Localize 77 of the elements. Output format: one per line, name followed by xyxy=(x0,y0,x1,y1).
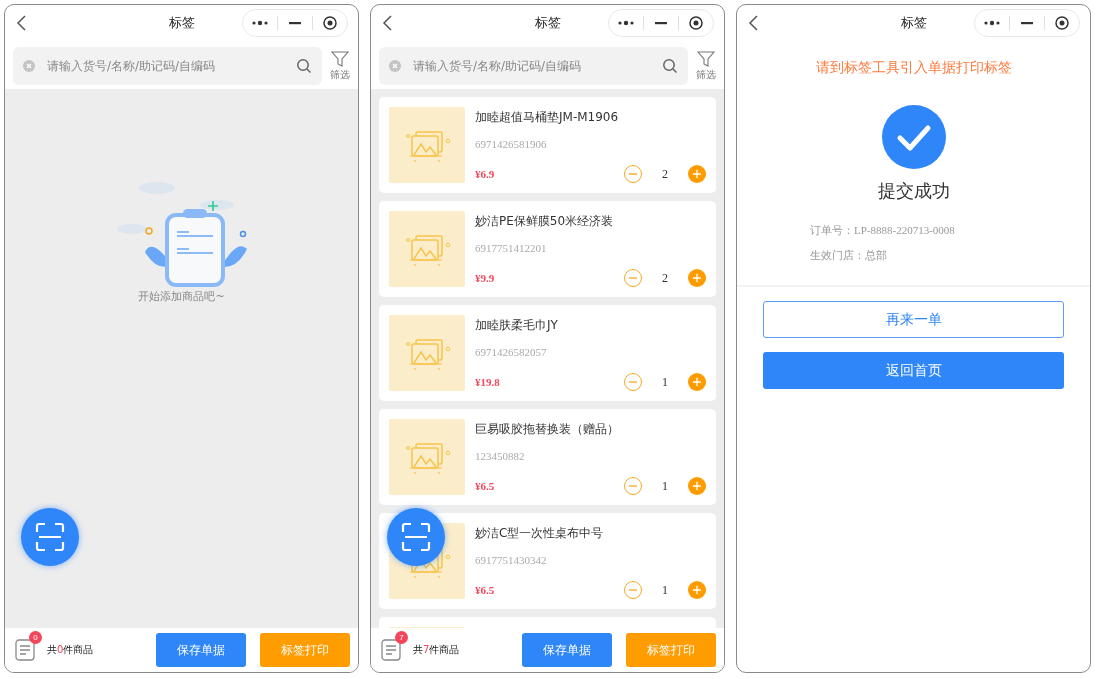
page-title: 标签 xyxy=(168,14,195,32)
increase-button[interactable] xyxy=(688,477,706,495)
product-card[interactable]: 妙洁C型一次性桌布中号 6917751430342 ¥6.5 1 xyxy=(379,513,716,609)
increase-button[interactable] xyxy=(688,581,706,599)
count-badge: 0 xyxy=(29,631,42,644)
clear-icon[interactable] xyxy=(23,60,35,72)
search-icon[interactable] xyxy=(662,58,678,74)
success-title: 提交成功 xyxy=(876,179,951,203)
increase-button[interactable] xyxy=(688,269,706,287)
scan-button[interactable] xyxy=(21,508,79,566)
home-button[interactable]: 返回首页 xyxy=(763,352,1064,389)
search-field[interactable]: 请输入货号/名称/助记码/自编码 xyxy=(411,58,652,74)
scan-icon[interactable] xyxy=(35,522,65,552)
page-title: 标签 xyxy=(900,14,927,32)
filter-icon[interactable] xyxy=(697,50,715,68)
save-button[interactable]: 保存单据 xyxy=(156,633,246,667)
count-badge: 7 xyxy=(395,631,408,644)
product-price: ¥6.9 xyxy=(475,168,495,180)
plus-icon[interactable] xyxy=(692,273,702,283)
item-count-text: 共7件商品 xyxy=(413,643,460,657)
decrease-button[interactable] xyxy=(624,477,642,495)
product-card[interactable]: 加睦肤柔毛巾JY 6971426582057 ¥19.8 1 xyxy=(379,305,716,401)
decrease-button[interactable] xyxy=(624,269,642,287)
back-icon[interactable] xyxy=(15,14,29,32)
decrease-button[interactable] xyxy=(624,165,642,183)
quantity-value: 1 xyxy=(661,478,669,494)
search-bar[interactable]: 请输入货号/名称/助记码/自编码 xyxy=(13,47,322,85)
search-bar[interactable]: 请输入货号/名称/助记码/自编码 xyxy=(379,47,688,85)
product-name: 加睦超值马桶垫JM-M1906 xyxy=(475,109,620,126)
product-card[interactable]: 加睦超值马桶垫JM-M1906 6971426581906 ¥6.9 2 xyxy=(379,97,716,193)
list-icon[interactable] xyxy=(381,639,401,661)
quantity-value: 1 xyxy=(661,582,669,598)
back-icon[interactable] xyxy=(381,14,395,32)
quantity-value: 1 xyxy=(661,374,669,390)
save-button[interactable]: 保存单据 xyxy=(522,633,612,667)
search-icon[interactable] xyxy=(296,58,312,74)
product-barcode: 6971426581906 xyxy=(475,138,548,150)
plus-icon[interactable] xyxy=(692,585,702,595)
notice-text: 请到标签工具引入单据打印标签 xyxy=(814,59,1013,77)
order-detail: 生效门店：总部 xyxy=(810,248,888,263)
product-card[interactable]: 巨易吸胶拖替换装（赠品） 123450882 ¥6.5 1 xyxy=(379,409,716,505)
clear-icon[interactable] xyxy=(389,60,401,72)
product-barcode: 6971426582057 xyxy=(475,346,548,358)
search-field[interactable]: 请输入货号/名称/助记码/自编码 xyxy=(45,58,286,74)
quantity-value: 2 xyxy=(661,270,669,286)
product-price: ¥6.5 xyxy=(475,480,495,492)
decrease-button[interactable] xyxy=(624,581,642,599)
product-price: ¥19.8 xyxy=(475,376,500,388)
product-barcode: 6917751412201 xyxy=(475,242,548,254)
new-order-button[interactable]: 再来一单 xyxy=(763,301,1064,338)
filter-button[interactable]: 筛选 xyxy=(330,50,350,82)
item-count-text: 共0件商品 xyxy=(47,643,94,657)
increase-button[interactable] xyxy=(688,165,706,183)
success-check-icon xyxy=(881,105,946,169)
product-name: 加睦肤柔毛巾JY xyxy=(475,317,559,334)
empty-state-text: 开始添加商品吧~ xyxy=(138,289,225,304)
plus-icon[interactable] xyxy=(692,377,702,387)
product-barcode: 123450882 xyxy=(475,450,526,462)
product-price: ¥9.9 xyxy=(475,272,495,284)
filter-icon[interactable] xyxy=(331,50,349,68)
decrease-button[interactable] xyxy=(624,373,642,391)
product-card[interactable]: 妙洁PE保鲜膜50米经济装 6917751412201 ¥9.9 2 xyxy=(379,201,716,297)
scan-icon[interactable] xyxy=(401,522,431,552)
product-price: ¥6.5 xyxy=(475,584,495,596)
list-icon[interactable] xyxy=(15,639,35,661)
increase-button[interactable] xyxy=(688,373,706,391)
product-barcode: 6917751430342 xyxy=(475,554,548,566)
product-name: 妙洁PE保鲜膜50米经济装 xyxy=(475,213,615,230)
quantity-value: 2 xyxy=(661,166,669,182)
filter-button[interactable]: 筛选 xyxy=(696,50,716,82)
product-name: 妙洁C型一次性桌布中号 xyxy=(475,525,605,542)
plus-icon[interactable] xyxy=(692,169,702,179)
page-title: 标签 xyxy=(534,14,561,32)
plus-icon[interactable] xyxy=(692,481,702,491)
product-name: 巨易吸胶拖替换装（赠品） xyxy=(475,421,620,438)
back-icon[interactable] xyxy=(747,14,761,32)
order-detail: 订单号：LP-8888-220713-0008 xyxy=(810,223,956,238)
